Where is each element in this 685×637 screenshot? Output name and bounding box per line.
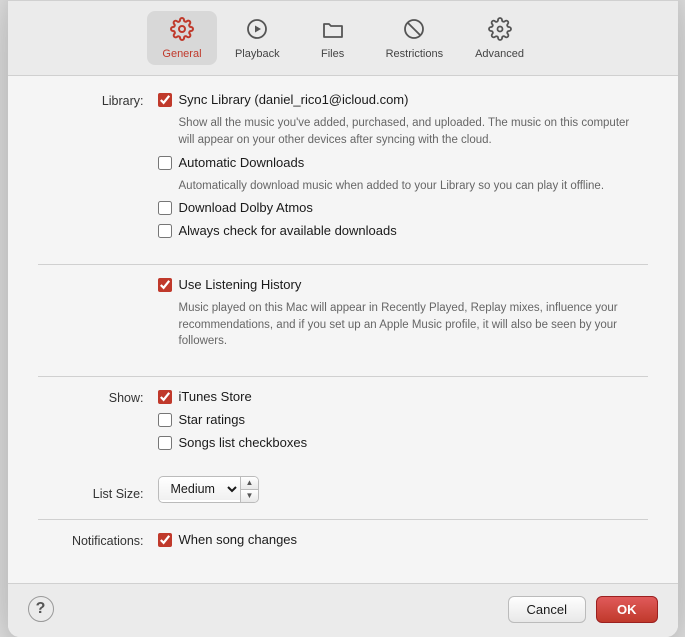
download-dolby-row: Download Dolby Atmos bbox=[158, 200, 648, 217]
sync-library-checkbox[interactable] bbox=[158, 93, 172, 107]
always-check-row: Always check for available downloads bbox=[158, 223, 648, 240]
auto-downloads-desc: Automatically download music when added … bbox=[179, 178, 648, 195]
gear-advanced-icon bbox=[488, 17, 512, 45]
when-song-row: When song changes bbox=[158, 532, 648, 549]
songs-list-label: Songs list checkboxes bbox=[179, 435, 308, 452]
notifications-content: When song changes bbox=[158, 532, 648, 567]
footer: ? Cancel OK bbox=[8, 583, 678, 637]
tab-advanced[interactable]: Advanced bbox=[461, 11, 538, 65]
download-dolby-checkbox[interactable] bbox=[158, 201, 172, 215]
stepper-down-button[interactable]: ▼ bbox=[241, 490, 259, 502]
use-listening-label: Use Listening History bbox=[179, 277, 302, 294]
list-size-section: List Size: Small Medium Large ▲ ▼ bbox=[38, 476, 648, 511]
always-check-label: Always check for available downloads bbox=[179, 223, 397, 240]
gear-icon bbox=[170, 17, 194, 45]
star-ratings-checkbox[interactable] bbox=[158, 413, 172, 427]
itunes-store-row: iTunes Store bbox=[158, 389, 648, 406]
tab-files[interactable]: Files bbox=[298, 11, 368, 65]
listening-empty-label bbox=[38, 277, 158, 368]
library-section: Library: Sync Library (daniel_rico1@iclo… bbox=[38, 92, 648, 256]
listening-section: Use Listening History Music played on th… bbox=[38, 277, 648, 368]
sync-library-label: Sync Library (daniel_rico1@icloud.com) bbox=[179, 92, 409, 109]
library-label: Library: bbox=[38, 92, 158, 256]
tab-files-label: Files bbox=[321, 48, 344, 60]
divider-2 bbox=[38, 376, 648, 377]
itunes-store-checkbox[interactable] bbox=[158, 390, 172, 404]
divider-1 bbox=[38, 264, 648, 265]
list-size-select[interactable]: Small Medium Large bbox=[159, 478, 240, 500]
notifications-section: Notifications: When song changes bbox=[38, 532, 648, 567]
when-song-checkbox[interactable] bbox=[158, 533, 172, 547]
tab-general-label: General bbox=[162, 48, 201, 60]
show-label: Show: bbox=[38, 389, 158, 470]
tab-general[interactable]: General bbox=[147, 11, 217, 65]
when-song-label: When song changes bbox=[179, 532, 298, 549]
stepper-buttons: ▲ ▼ bbox=[240, 477, 259, 502]
use-listening-checkbox[interactable] bbox=[158, 278, 172, 292]
auto-downloads-row: Automatic Downloads bbox=[158, 155, 648, 172]
list-size-stepper: Small Medium Large ▲ ▼ bbox=[158, 476, 260, 503]
list-size-label: List Size: bbox=[38, 485, 158, 501]
sync-library-desc: Show all the music you've added, purchas… bbox=[179, 115, 648, 148]
stepper-up-button[interactable]: ▲ bbox=[241, 477, 259, 490]
sync-library-row: Sync Library (daniel_rico1@icloud.com) bbox=[158, 92, 648, 109]
content-area: Library: Sync Library (daniel_rico1@iclo… bbox=[8, 76, 678, 582]
use-listening-desc: Music played on this Mac will appear in … bbox=[179, 300, 648, 350]
folder-icon bbox=[321, 17, 345, 45]
download-dolby-label: Download Dolby Atmos bbox=[179, 200, 313, 217]
general-dialog: General General Playback bbox=[8, 0, 678, 637]
songs-list-row: Songs list checkboxes bbox=[158, 435, 648, 452]
tab-restrictions[interactable]: Restrictions bbox=[372, 11, 457, 65]
listening-content: Use Listening History Music played on th… bbox=[158, 277, 648, 368]
toolbar: General Playback Files bbox=[8, 1, 678, 76]
star-ratings-label: Star ratings bbox=[179, 412, 245, 429]
tab-advanced-label: Advanced bbox=[475, 48, 524, 60]
ban-icon bbox=[402, 17, 426, 45]
library-content: Sync Library (daniel_rico1@icloud.com) S… bbox=[158, 92, 648, 256]
auto-downloads-label: Automatic Downloads bbox=[179, 155, 305, 172]
divider-3 bbox=[38, 519, 648, 520]
notifications-label: Notifications: bbox=[38, 532, 158, 567]
always-check-checkbox[interactable] bbox=[158, 224, 172, 238]
songs-list-checkbox[interactable] bbox=[158, 436, 172, 450]
use-listening-row: Use Listening History bbox=[158, 277, 648, 294]
show-content: iTunes Store Star ratings Songs list che… bbox=[158, 389, 648, 470]
tab-restrictions-label: Restrictions bbox=[386, 48, 443, 60]
play-icon bbox=[245, 17, 269, 45]
show-section: Show: iTunes Store Star ratings Songs li… bbox=[38, 389, 648, 470]
auto-downloads-checkbox[interactable] bbox=[158, 156, 172, 170]
tab-playback[interactable]: Playback bbox=[221, 11, 294, 65]
star-ratings-row: Star ratings bbox=[158, 412, 648, 429]
itunes-store-label: iTunes Store bbox=[179, 389, 252, 406]
tab-playback-label: Playback bbox=[235, 48, 280, 60]
list-size-content: Small Medium Large ▲ ▼ bbox=[158, 476, 648, 511]
